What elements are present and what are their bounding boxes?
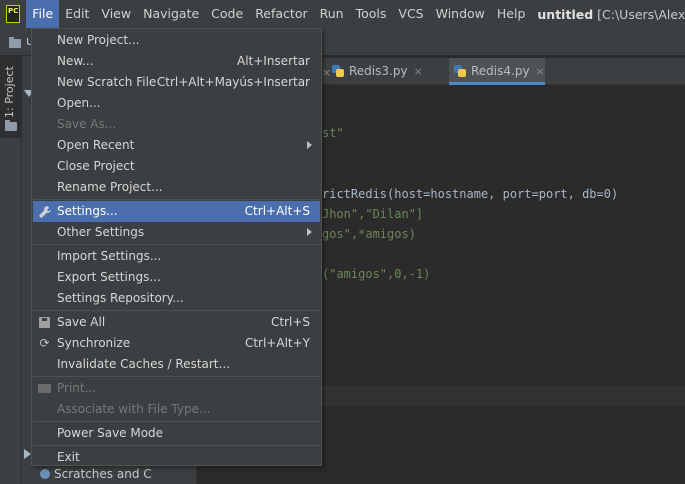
project-path: [C:\Users\Alex2\PycharmP: [597, 6, 685, 22]
menu-item-power-save-mode[interactable]: Power Save Mode: [33, 423, 320, 444]
menu-item-export-settings[interactable]: Export Settings...: [33, 267, 320, 288]
menu-item-save-as[interactable]: Save As...: [33, 114, 320, 135]
pycharm-logo-icon: PC: [6, 5, 21, 23]
menu-code[interactable]: Code: [205, 0, 249, 28]
menu-item-save-all[interactable]: Save All Ctrl+S: [33, 312, 320, 333]
window-title: untitled [C:\Users\Alex2\PycharmP: [537, 7, 685, 22]
code-line: Jhon","Dilan"]: [322, 207, 424, 221]
close-tab-icon[interactable]: ×: [322, 66, 331, 79]
code-line: st": [322, 126, 344, 140]
menu-file[interactable]: File: [26, 0, 60, 28]
submenu-arrow-icon: [307, 228, 312, 236]
expand-arrow-icon[interactable]: [24, 449, 31, 459]
menu-item-settings[interactable]: Settings... Ctrl+Alt+S: [33, 201, 320, 222]
close-tab-icon[interactable]: ×: [536, 65, 545, 78]
print-icon: [38, 384, 51, 393]
menu-separator: [33, 445, 320, 446]
project-folder-icon: [5, 120, 17, 131]
menu-separator: [33, 421, 320, 422]
tab-label: Redis3.py: [349, 64, 408, 78]
close-tab-icon[interactable]: ×: [414, 65, 423, 78]
menu-item-open-recent[interactable]: Open Recent: [33, 135, 320, 156]
tab-label: Redis4.py: [471, 64, 530, 78]
project-name: untitled: [537, 6, 594, 22]
menu-item-synchronize[interactable]: ⟳ Synchronize Ctrl+Alt+Y: [33, 333, 320, 354]
menu-separator: [33, 376, 320, 377]
submenu-arrow-icon: [307, 141, 312, 149]
scratches-icon: [40, 469, 50, 479]
menu-bar: PC File Edit View Navigate Code Refactor…: [0, 0, 685, 28]
menu-item-new[interactable]: New... Alt+Insertar: [33, 51, 320, 72]
menu-tools[interactable]: Tools: [350, 0, 393, 28]
menu-separator: [33, 310, 320, 311]
menu-run[interactable]: Run: [314, 0, 350, 28]
wrench-icon: [39, 206, 51, 218]
menu-separator: [33, 199, 320, 200]
menu-item-associate-file-type[interactable]: Associate with File Type...: [33, 399, 320, 420]
menu-refactor[interactable]: Refactor: [249, 0, 313, 28]
menu-item-rename-project[interactable]: Rename Project...: [33, 177, 320, 198]
menu-vcs[interactable]: VCS: [392, 0, 429, 28]
menu-window[interactable]: Window: [430, 0, 491, 28]
sync-icon: ⟳: [39, 336, 50, 350]
menu-item-settings-repository[interactable]: Settings Repository...: [33, 288, 320, 309]
code-line: gos",*amigos): [322, 227, 416, 241]
menu-item-print[interactable]: Print...: [33, 378, 320, 399]
file-menu-dropdown: New Project... New... Alt+Insertar New Sc…: [31, 28, 322, 466]
menu-view[interactable]: View: [95, 0, 137, 28]
code-line: rictRedis(host=hostname, port=port, db=0…: [322, 187, 619, 201]
menu-separator: [33, 244, 320, 245]
project-tab-label: 1: Project: [3, 66, 16, 118]
menu-item-new-project[interactable]: New Project...: [33, 30, 320, 51]
menu-edit[interactable]: Edit: [59, 0, 95, 28]
python-file-icon: [331, 64, 345, 78]
menu-item-open[interactable]: Open...: [33, 93, 320, 114]
tool-window-strip: 1: Project: [0, 56, 22, 484]
menu-navigate[interactable]: Navigate: [137, 0, 205, 28]
menu-item-new-scratch-file[interactable]: New Scratch File Ctrl+Alt+Mayús+Insertar: [33, 72, 320, 93]
folder-icon: [9, 37, 21, 48]
menu-item-close-project[interactable]: Close Project: [33, 156, 320, 177]
menu-help[interactable]: Help: [491, 0, 532, 28]
python-file-icon: [453, 64, 467, 78]
menu-item-invalidate-caches[interactable]: Invalidate Caches / Restart...: [33, 354, 320, 375]
menu-item-import-settings[interactable]: Import Settings...: [33, 246, 320, 267]
save-icon: [39, 317, 50, 328]
code-line: ("amigos",0,-1): [322, 267, 431, 281]
menu-item-exit[interactable]: Exit: [33, 447, 320, 468]
project-tool-tab[interactable]: 1: Project: [0, 56, 22, 138]
tab-redis4[interactable]: Redis4.py ×: [449, 58, 545, 85]
scratches-label: Scratches and C: [54, 467, 152, 481]
tab-redis3[interactable]: Redis3.py ×: [327, 58, 423, 85]
menu-item-other-settings[interactable]: Other Settings: [33, 222, 320, 243]
scratches-node[interactable]: Scratches and C: [40, 467, 152, 481]
